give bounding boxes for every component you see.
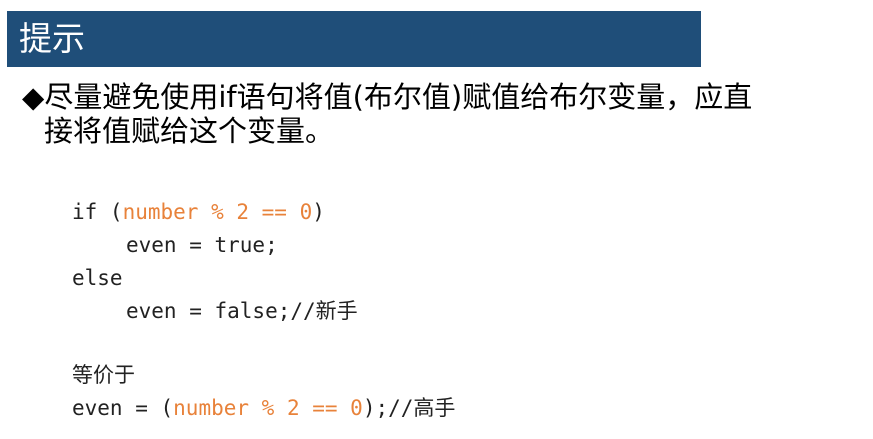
code-line-else-statement: even = false;//新手	[126, 299, 358, 323]
code-line-expression: even = (number % 2 == 0);//高手	[72, 392, 455, 425]
code-expr-condition: number % 2 == 0	[173, 396, 363, 420]
code-line-else: else	[72, 266, 123, 290]
code-if-keyword: if (	[72, 200, 123, 224]
code-line-if: if (number % 2 == 0)	[72, 196, 358, 229]
tip-text: ◆尽量避免使用if语句将值(布尔值)赋值给布尔变量，应直 接将值赋给这个变量。	[22, 80, 862, 148]
code-line-then: even = true;	[126, 233, 278, 257]
code-if-condition: number % 2 == 0	[122, 200, 313, 224]
tip-line-1-text: 尽量避免使用if语句将值(布尔值)赋值给布尔变量，应直	[44, 80, 753, 114]
code-if-close: )	[312, 200, 325, 224]
diamond-bullet-icon: ◆	[22, 80, 45, 114]
code-equivalent: 等价于 even = (number % 2 == 0);//高手	[72, 359, 455, 425]
code-equiv-label: 等价于	[72, 363, 135, 387]
tip-line-2: 接将值赋给这个变量。	[44, 114, 335, 148]
tip-line-1: ◆尽量避免使用if语句将值(布尔值)赋值给布尔变量，应直	[22, 80, 862, 114]
code-expr-prefix: even = (	[72, 396, 174, 420]
code-if-else: if (number % 2 == 0) even = true; else even…	[72, 196, 358, 328]
slide-header-bar: 提示	[7, 11, 701, 67]
code-expr-suffix: );//高手	[362, 396, 456, 420]
slide-title: 提示	[19, 19, 85, 58]
